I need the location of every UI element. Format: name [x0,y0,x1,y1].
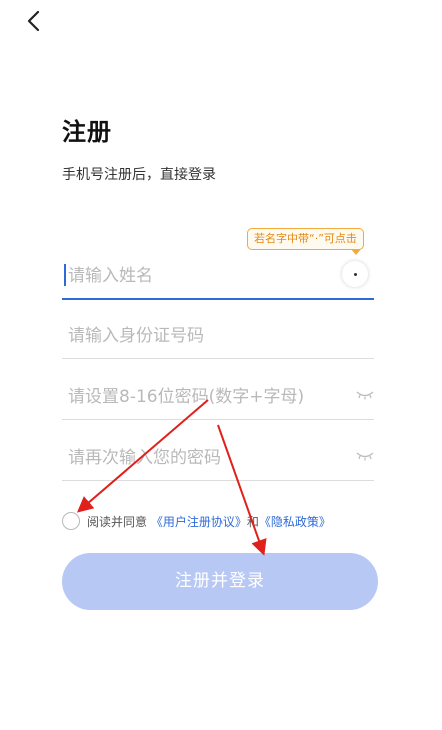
name-dot-tooltip: 若名字中带“·”可点击 [247,228,364,250]
page-title: 注册 [62,118,112,146]
password-input[interactable] [66,381,330,413]
agreement-and: 和 [246,515,259,529]
chevron-left-icon [27,10,40,32]
agreement-text: 阅读并同意 《用户注册协议》和《隐私政策》 [87,513,331,530]
agreement-prefix: 阅读并同意 [87,515,148,529]
agreement-row: 阅读并同意 《用户注册协议》和《隐私政策》 [62,510,392,532]
name-field [62,254,374,300]
agreement-checkbox[interactable] [62,512,80,530]
eye-closed-icon[interactable] [356,389,374,401]
id-number-field [62,314,374,359]
page-subtitle: 手机号注册后，直接登录 [62,167,216,183]
insert-dot-button[interactable] [342,261,368,287]
privacy-policy-link[interactable]: 《隐私政策》 [259,515,331,529]
eye-closed-icon[interactable] [356,450,374,462]
annotation-arrows [76,399,267,556]
name-input[interactable] [66,260,330,292]
password-confirm-field [62,436,374,481]
password-field [62,375,374,420]
id-number-input[interactable] [66,320,330,352]
back-button[interactable] [22,6,46,36]
user-agreement-link[interactable]: 《用户注册协议》 [151,515,247,529]
password-confirm-input[interactable] [66,442,330,474]
register-login-button[interactable]: 注册并登录 [62,553,378,610]
